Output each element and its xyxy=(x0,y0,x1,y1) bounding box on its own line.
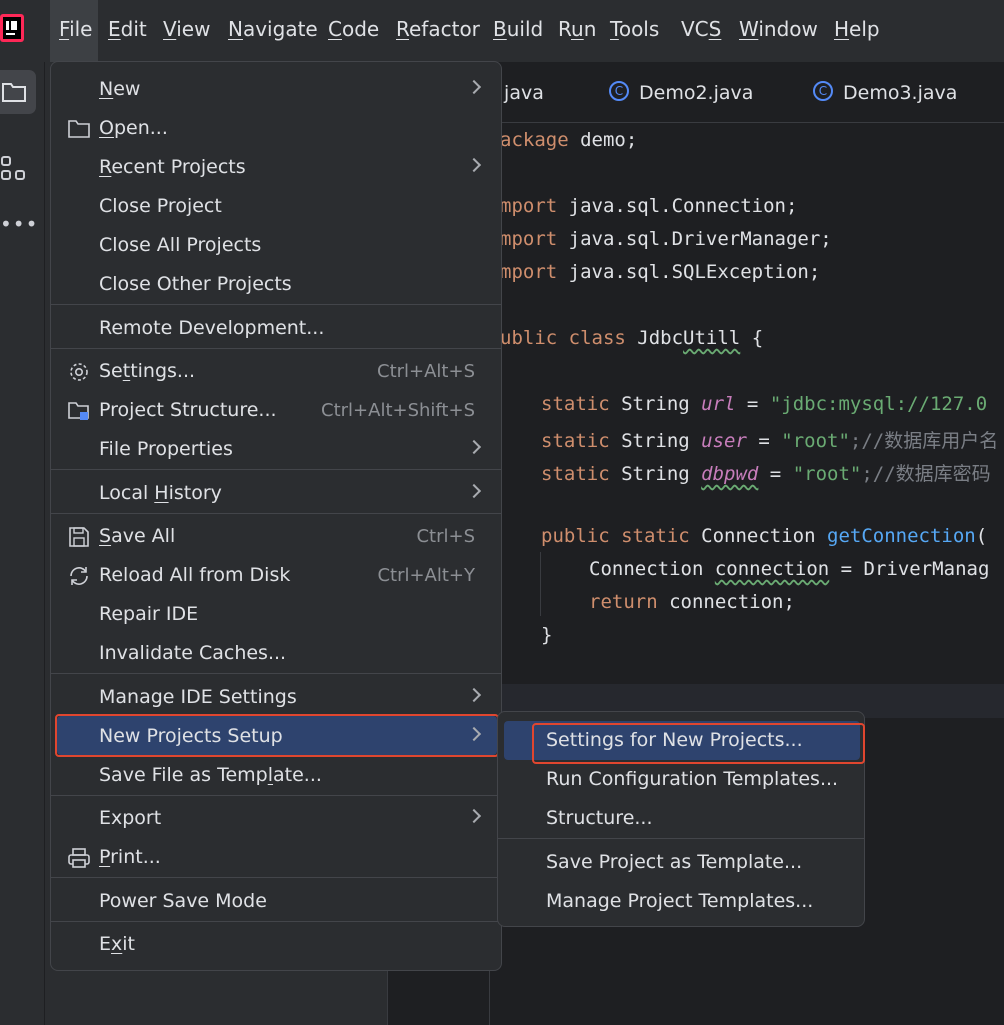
more-tools-icon[interactable]: ••• xyxy=(0,212,38,236)
menu-separator xyxy=(51,469,501,470)
code-line[interactable]: ublic class JdbcUtill { xyxy=(500,327,763,349)
class-icon: C xyxy=(813,81,833,101)
submenu-item-save-project-as-template[interactable]: Save Project as Template... xyxy=(498,843,864,882)
highlight-box xyxy=(55,714,499,757)
folder-icon xyxy=(68,120,90,138)
class-icon: C xyxy=(609,81,629,101)
structure-icon[interactable] xyxy=(1,156,27,182)
code-line[interactable]: static String dbpwd = "root";//数据库密码 xyxy=(541,459,991,486)
chevron-right-icon xyxy=(466,687,482,703)
tab-demo2[interactable]: Demo2.java xyxy=(639,82,753,104)
menubar-item-build[interactable]: Build xyxy=(493,17,543,41)
menubar-item-file[interactable]: File xyxy=(59,17,92,41)
submenu-item-run-configuration-templates[interactable]: Run Configuration Templates... xyxy=(498,760,864,799)
chevron-right-icon xyxy=(466,157,482,173)
menu-separator xyxy=(51,795,501,796)
menubar-item-window[interactable]: Window xyxy=(739,17,818,41)
left-tool-strip xyxy=(0,62,45,1025)
menubar-item-vcs[interactable]: VCS xyxy=(681,17,721,41)
menubar-item-refactor[interactable]: Refactor xyxy=(396,17,480,41)
menu-item-save-all[interactable]: Save All Ctrl+S xyxy=(51,517,501,556)
folder-icon xyxy=(2,83,26,102)
highlight-box xyxy=(532,723,865,764)
indent-guide xyxy=(540,552,541,616)
menubar-item-help[interactable]: Help xyxy=(834,17,880,41)
menu-separator xyxy=(51,877,501,878)
gear-icon xyxy=(70,363,88,381)
menu-item-recent-projects[interactable]: Recent Projects xyxy=(51,148,501,187)
menu-item-reload-all[interactable]: Reload All from Disk Ctrl+Alt+Y xyxy=(51,556,501,595)
menu-item-project-structure[interactable]: Project Structure... Ctrl+Alt+Shift+S xyxy=(51,391,501,430)
code-line[interactable]: return connection; xyxy=(589,591,795,613)
code-line[interactable]: static String user = "root";//数据库用户名 xyxy=(541,426,998,453)
menu-item-invalidate-caches[interactable]: Invalidate Caches... xyxy=(51,634,501,673)
menu-separator xyxy=(51,921,501,922)
menu-item-new[interactable]: New xyxy=(51,70,501,109)
tab-jdbcutill[interactable]: .java xyxy=(498,82,544,104)
code-line[interactable]: mport java.sql.DriverManager; xyxy=(500,228,832,250)
menu-item-repair-ide[interactable]: Repair IDE xyxy=(51,595,501,634)
menubar-item-run[interactable]: Run xyxy=(558,17,596,41)
menu-separator xyxy=(498,838,864,839)
code-line[interactable]: public static Connection getConnection( xyxy=(541,525,987,547)
menu-item-remote-development[interactable]: Remote Development... xyxy=(51,309,501,348)
menubar-item-code[interactable]: Code xyxy=(328,17,379,41)
menu-item-file-properties[interactable]: File Properties xyxy=(51,430,501,469)
print-icon xyxy=(68,848,90,868)
menubar-item-tools[interactable]: Tools xyxy=(610,17,659,41)
code-line[interactable]: mport java.sql.SQLException; xyxy=(500,261,820,283)
menu-item-open[interactable]: Open... xyxy=(51,109,501,148)
code-line[interactable]: ackage demo; xyxy=(500,129,637,151)
menu-item-settings[interactable]: Settings... Ctrl+Alt+S xyxy=(51,352,501,391)
menu-item-close-all-projects[interactable]: Close All Projects xyxy=(51,226,501,265)
menu-item-save-file-as-template[interactable]: Save File as Template... xyxy=(51,756,501,795)
menubar-item-edit[interactable]: Edit xyxy=(108,17,147,41)
project-structure-icon xyxy=(68,402,89,420)
menu-item-export[interactable]: Export xyxy=(51,799,501,838)
chevron-right-icon xyxy=(466,808,482,824)
chevron-right-icon xyxy=(466,79,482,95)
menubar-item-view[interactable]: View xyxy=(163,17,210,41)
menu-separator xyxy=(51,304,501,305)
reload-icon xyxy=(70,567,88,585)
intellij-logo-icon[interactable] xyxy=(0,12,26,44)
chevron-right-icon xyxy=(466,483,482,499)
submenu-item-manage-project-templates[interactable]: Manage Project Templates... xyxy=(498,882,864,921)
menu-item-power-save-mode[interactable]: Power Save Mode xyxy=(51,882,501,921)
submenu-item-structure[interactable]: Structure... xyxy=(498,799,864,838)
code-line[interactable]: } xyxy=(541,624,552,646)
menubar-item-navigate[interactable]: Navigate xyxy=(228,17,318,41)
menu-item-local-history[interactable]: Local History xyxy=(51,474,501,513)
menu-item-manage-ide-settings[interactable]: Manage IDE Settings xyxy=(51,678,501,717)
menu-item-print[interactable]: Print... xyxy=(51,838,501,877)
menu-item-exit[interactable]: Exit xyxy=(51,925,501,964)
menu-separator xyxy=(51,513,501,514)
menu-item-close-other-projects[interactable]: Close Other Projects xyxy=(51,265,501,304)
save-icon xyxy=(69,527,89,547)
code-line[interactable]: Connection connection = DriverManag xyxy=(589,558,989,580)
menu-separator xyxy=(51,673,501,674)
menu-item-close-project[interactable]: Close Project xyxy=(51,187,501,226)
menu-separator xyxy=(51,348,501,349)
tab-demo3[interactable]: Demo3.java xyxy=(843,82,957,104)
code-line[interactable]: mport java.sql.Connection; xyxy=(500,195,797,217)
chevron-right-icon xyxy=(466,439,482,455)
code-line[interactable]: static String url = "jdbc:mysql://127.0 xyxy=(541,393,987,415)
